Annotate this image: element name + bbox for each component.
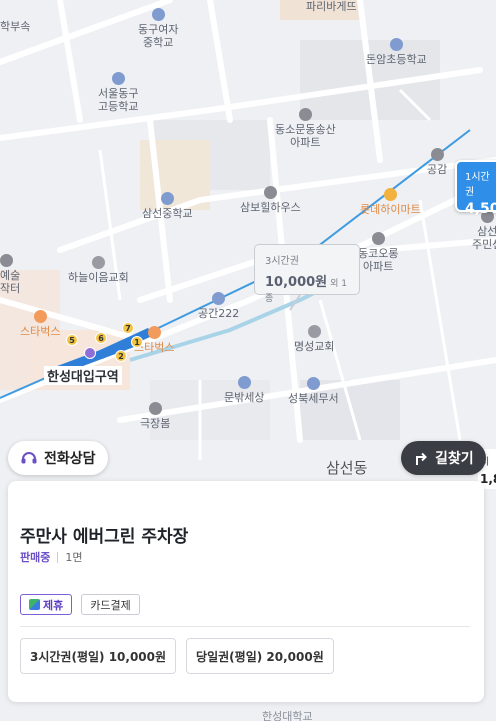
ticket-price: 10,000원 외 1종 bbox=[265, 275, 348, 304]
sale-status: 판매중 bbox=[20, 551, 51, 564]
area-label: 삼선동 bbox=[326, 459, 368, 477]
building-poi: 삼보힐하우스 bbox=[240, 186, 301, 214]
map-bottom-strip: 한성대학교 bbox=[0, 702, 496, 721]
building-poi: 예술 작터 bbox=[0, 254, 20, 295]
building-poi: 극장봄 bbox=[140, 402, 170, 430]
school-icon bbox=[389, 38, 403, 51]
building-icon bbox=[371, 232, 385, 245]
exit-7-badge: 7 bbox=[122, 322, 134, 334]
headset-icon bbox=[21, 452, 37, 464]
ticket-option[interactable]: 당일권(평일) 20,000원 bbox=[186, 638, 334, 674]
building-icon bbox=[0, 254, 13, 267]
school-poi: 문밖세상 bbox=[224, 376, 264, 404]
building-icon bbox=[212, 292, 226, 305]
parking-info-sheet[interactable]: 주만사 에버그린 주차장 판매중 1면 제휴 카드결제 3시간권(평일) 10,… bbox=[8, 481, 484, 702]
exit-5-badge: 5 bbox=[66, 334, 78, 346]
divider bbox=[57, 551, 59, 563]
cafe-poi: 스타벅스 bbox=[20, 310, 60, 338]
coffee-icon bbox=[147, 326, 161, 339]
station-label: 한성대입구역 bbox=[44, 366, 122, 385]
parking-lot-title: 주만사 에버그린 주차장 bbox=[20, 527, 189, 547]
church-poi: 명성교회 bbox=[294, 325, 334, 353]
parking-price-marker[interactable]: 3시간권 10,000원 외 1종 bbox=[254, 244, 360, 304]
partner-tag: 제휴 bbox=[20, 594, 73, 615]
school-poi: 돈암초등학교 bbox=[366, 38, 427, 66]
office-poi: 성북세무서 bbox=[288, 377, 339, 405]
current-location-icon bbox=[84, 347, 96, 359]
call-consult-button[interactable]: 전화상담 bbox=[8, 441, 108, 475]
school-poi: 서울동구 고등학교 bbox=[98, 72, 138, 113]
directions-label: 길찾기 bbox=[435, 451, 474, 467]
building-poi: 공간222 bbox=[198, 292, 239, 320]
ticket-list: 3시간권(평일) 10,000원 당일권(평일) 20,000원 bbox=[20, 638, 334, 674]
parking-price-marker-selected[interactable]: 1시간권 4,50 bbox=[455, 160, 496, 217]
school-icon bbox=[237, 376, 251, 389]
building-icon bbox=[263, 186, 277, 199]
coffee-icon bbox=[33, 310, 47, 323]
building-icon bbox=[148, 402, 162, 415]
school-icon bbox=[151, 8, 165, 21]
ticket-price: 4,50 bbox=[465, 201, 496, 217]
exit-1-badge: 1 bbox=[131, 336, 143, 348]
call-consult-label: 전화상담 bbox=[44, 451, 96, 467]
directions-button[interactable]: 길찾기 bbox=[401, 441, 486, 475]
school-poi: 학부속 bbox=[0, 20, 31, 33]
church-icon bbox=[307, 325, 321, 338]
building-icon bbox=[298, 108, 312, 121]
school-poi: 동구여자 중학교 bbox=[138, 8, 178, 49]
ticket-name: 1시간권 bbox=[465, 172, 490, 198]
shop-poi: 롯데하이마트 bbox=[360, 188, 421, 216]
partner-logo-icon bbox=[29, 599, 40, 610]
feature-tags: 제휴 카드결제 bbox=[20, 594, 140, 615]
church-poi: 하늘이음교회 bbox=[68, 256, 129, 284]
building-poi: 동소문동송산 아파트 bbox=[275, 108, 336, 149]
school-poi: 삼선중학교 bbox=[142, 192, 193, 220]
turn-right-arrow-icon bbox=[416, 452, 427, 465]
divider bbox=[20, 626, 470, 627]
ticket-option[interactable]: 3시간권(평일) 10,000원 bbox=[20, 638, 177, 674]
poi-label: 한성대학교 bbox=[262, 710, 313, 721]
building-poi: 동코오롱 아파트 bbox=[358, 232, 398, 273]
card-payment-tag: 카드결제 bbox=[81, 594, 140, 615]
school-icon bbox=[111, 72, 125, 85]
school-icon bbox=[160, 192, 174, 205]
building-poi: 공감 bbox=[427, 148, 447, 176]
parking-meta: 판매중 1면 bbox=[20, 549, 83, 565]
office-icon bbox=[306, 377, 320, 390]
building-icon bbox=[430, 148, 444, 161]
shop-icon bbox=[383, 188, 397, 201]
poi-label: 파리바게뜨 bbox=[306, 0, 357, 13]
space-count: 1면 bbox=[65, 551, 83, 564]
exit-2-badge: 2 bbox=[115, 350, 127, 362]
ticket-name: 3시간권 bbox=[265, 256, 299, 267]
church-icon bbox=[91, 256, 105, 269]
exit-6-badge: 6 bbox=[95, 332, 107, 344]
